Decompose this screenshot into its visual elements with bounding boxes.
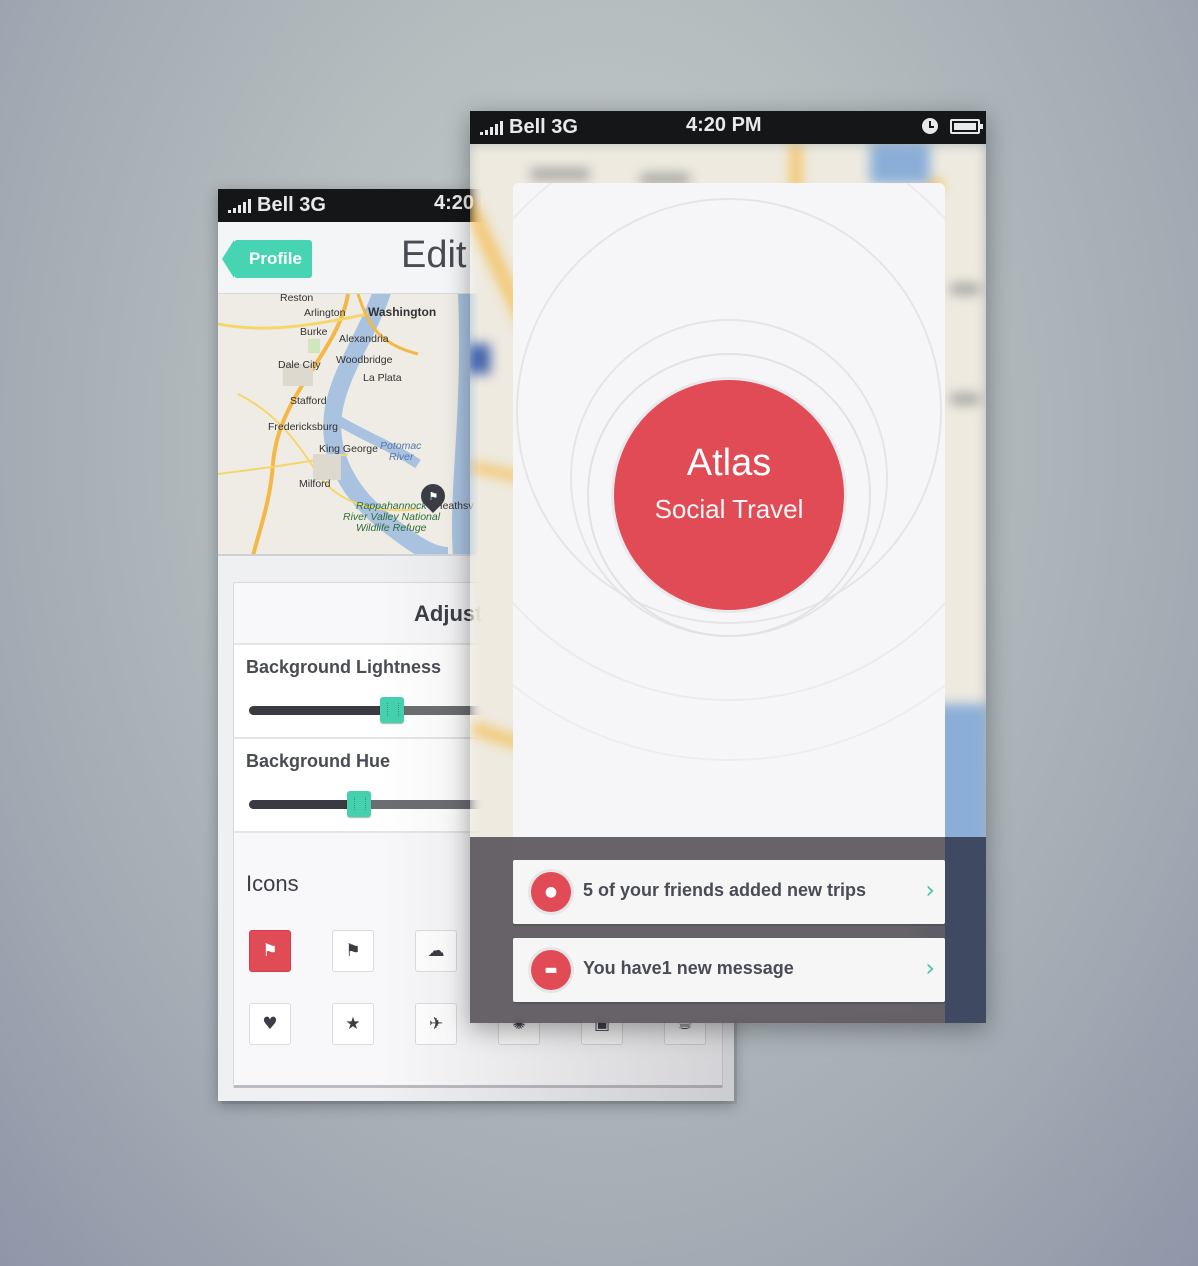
flag-outline-icon: ⚑ [262,941,278,961]
carrier-label: Bell 3G [257,194,326,216]
icon-option-flag[interactable]: ⚑ [332,930,374,972]
map-pin-icon: ● [531,872,571,912]
map-view[interactable]: Reston Arlington Washington Burke Alexan… [218,294,478,556]
slider-fill [249,800,359,809]
status-bar: Bell 3G 4:20 PM [470,111,986,144]
slider-label: Background Hue [246,751,391,771]
home-screen: Bell 3G 4:20 PM Atlas Social Travel ● 5 … [470,111,986,1023]
icon-option-heart[interactable]: ♥ [249,1003,291,1045]
icon-option-star[interactable]: ★ [332,1003,374,1045]
cloud-icon: ☁ [427,941,445,961]
status-time: 4:20 PM [686,114,762,136]
flag-icon: ⚑ [428,489,439,503]
chevron-right-icon: › [925,954,935,982]
app-name: Atlas [686,442,772,484]
app-tagline: Social Travel [654,494,804,524]
slider-thumb[interactable] [380,697,404,723]
atlas-logo: Atlas Social Travel [614,380,844,610]
icon-option-flag-outline[interactable]: ⚑ [249,930,291,972]
slider-thumb[interactable] [347,791,371,817]
battery-icon [950,118,983,134]
star-icon: ★ [345,1014,361,1034]
icons-heading: Icons [246,871,299,896]
carrier-label: Bell 3G [509,116,578,138]
flag-icon: ⚑ [345,941,361,961]
airplane-icon: ✈ [428,1014,444,1034]
signal-icon [228,198,251,213]
icon-option-cloud[interactable]: ☁ [415,930,457,972]
back-profile-button[interactable]: Profile [222,240,312,278]
signal-icon [480,120,503,135]
notifications-edge [945,837,986,1023]
notification-friends-trips[interactable]: ● 5 of your friends added new trips › [513,860,945,924]
splash-card: Atlas Social Travel [513,183,945,883]
heart-icon: ♥ [262,1014,278,1034]
notification-text: You have1 new message [583,958,794,978]
chat-bubble-icon: ▬ [531,950,571,990]
slider-label: Background Lightness [246,657,442,677]
alarm-clock-icon [922,118,938,134]
notification-new-message[interactable]: ▬ You have1 new message › [513,938,945,1002]
slider-fill [249,706,392,715]
notification-text: 5 of your friends added new trips [583,880,867,900]
page-title: Edit [401,234,467,276]
icon-option-airplane[interactable]: ✈ [415,1003,457,1045]
chevron-right-icon: › [925,876,935,904]
